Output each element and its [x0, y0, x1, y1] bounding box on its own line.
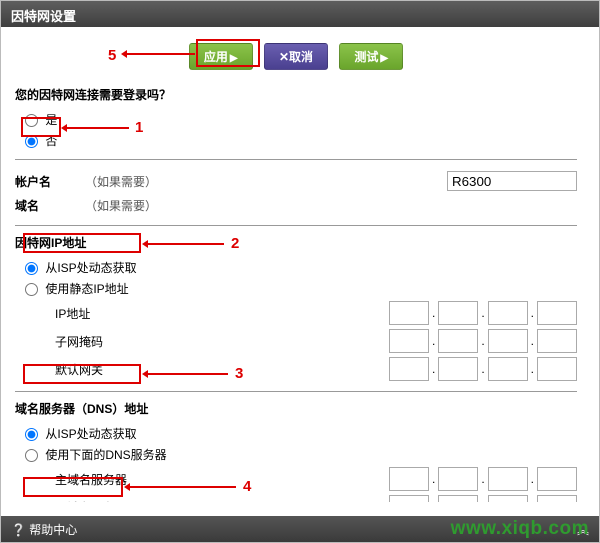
- gateway-label: 默认网关: [15, 361, 195, 378]
- dns-manual-radio[interactable]: [25, 449, 38, 462]
- dns-secondary-label: 从域名服务器: [15, 499, 195, 503]
- apply-button[interactable]: 应用▶: [189, 43, 253, 70]
- ip-dynamic-radio[interactable]: [25, 262, 38, 275]
- window-title: 因特网设置: [11, 9, 76, 24]
- help-label: 帮助中心: [29, 523, 77, 537]
- dns-primary-input[interactable]: ...: [389, 467, 577, 491]
- gateway-input[interactable]: ...: [389, 357, 577, 381]
- ip-static-radio[interactable]: [25, 283, 38, 296]
- domain-hint: （如果需要）: [85, 197, 577, 214]
- login-question: 您的因特网连接需要登录吗？: [15, 86, 577, 103]
- question-icon: ❔: [11, 523, 29, 537]
- test-button[interactable]: 测试▶: [339, 43, 403, 70]
- dns-primary-label: 主域名服务器: [15, 471, 195, 488]
- dns-manual-label: 使用下面的DNS服务器: [45, 448, 166, 462]
- cancel-label: 取消: [289, 50, 313, 64]
- subnet-input[interactable]: ...: [389, 329, 577, 353]
- ip-address-label: IP地址: [15, 305, 195, 322]
- cancel-button[interactable]: ✕取消: [264, 43, 328, 70]
- ip-section-title: 因特网IP地址: [15, 234, 577, 251]
- main-scroll[interactable]: 应用▶ ✕取消 测试▶ 您的因特网连接需要登录吗？ 是 否 帐户名: [11, 27, 589, 502]
- account-name-label: 帐户名: [15, 173, 85, 190]
- apply-label: 应用: [204, 50, 228, 64]
- dns-dynamic-label: 从ISP处动态获取: [45, 427, 136, 441]
- account-name-hint: （如果需要）: [85, 173, 447, 190]
- dns-section-title: 域名服务器（DNS）地址: [15, 400, 577, 417]
- title-bar: 因特网设置: [1, 1, 599, 27]
- dns-dynamic-radio[interactable]: [25, 428, 38, 441]
- divider: [15, 159, 577, 160]
- divider: [15, 225, 577, 226]
- login-yes-radio[interactable]: [25, 114, 38, 127]
- test-label: 测试: [354, 50, 378, 64]
- divider: [15, 391, 577, 392]
- play-icon: ▶: [230, 53, 238, 64]
- login-no-radio[interactable]: [25, 135, 38, 148]
- x-icon: ✕: [279, 50, 289, 64]
- domain-label: 域名: [15, 197, 85, 214]
- play-icon: ▶: [380, 53, 388, 64]
- ip-dynamic-label: 从ISP处动态获取: [45, 261, 136, 275]
- dns-secondary-input[interactable]: ...: [389, 495, 577, 502]
- subnet-label: 子网掩码: [15, 333, 195, 350]
- login-yes-label: 是: [45, 113, 57, 127]
- watermark: www.xiqb.com: [451, 518, 589, 540]
- account-name-input[interactable]: [447, 171, 577, 191]
- action-button-row: 应用▶ ✕取消 测试▶: [15, 35, 577, 82]
- login-no-label: 否: [45, 134, 57, 148]
- ip-address-input[interactable]: ...: [389, 301, 577, 325]
- ip-static-label: 使用静态IP地址: [45, 282, 128, 296]
